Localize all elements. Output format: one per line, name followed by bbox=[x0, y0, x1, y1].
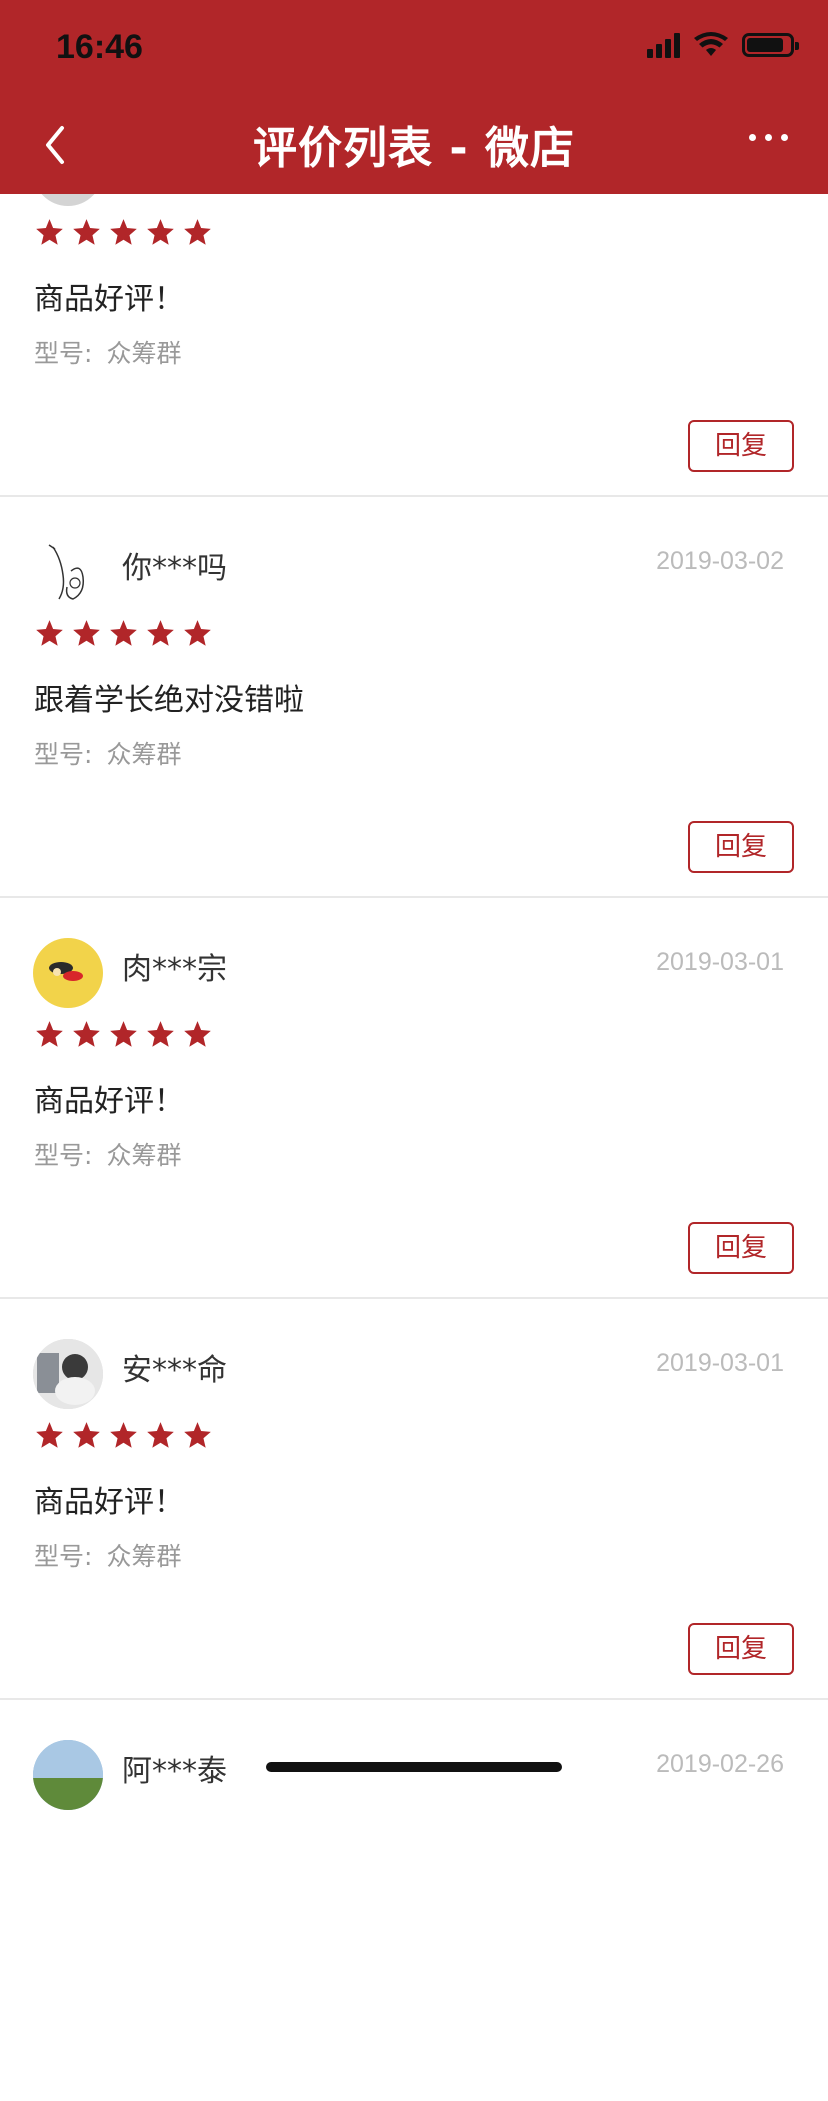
avatar bbox=[33, 537, 103, 607]
review-content: 商品好评！ bbox=[34, 1485, 184, 1520]
reply-button[interactable]: 回复 bbox=[688, 1623, 794, 1675]
star-icon bbox=[36, 1021, 63, 1047]
review-item: 肉***宗 2019-03-01 商品好评！ 型号: 众筹群 回复 bbox=[0, 898, 828, 1299]
avatar bbox=[33, 1339, 103, 1409]
model-info: 型号: 众筹群 bbox=[34, 1537, 181, 1573]
star-icon bbox=[36, 1422, 63, 1448]
star-icon bbox=[147, 1021, 174, 1047]
username: 你***吗 bbox=[122, 551, 227, 586]
status-time: 16:46 bbox=[56, 28, 143, 66]
username: 阿***泰 bbox=[122, 1754, 227, 1789]
review-content: 商品好评！ bbox=[34, 1084, 184, 1119]
rating-stars bbox=[35, 218, 212, 246]
top-bar: 16:46 评价列表 - 微店 bbox=[0, 0, 828, 194]
star-icon bbox=[110, 620, 137, 646]
star-icon bbox=[184, 1021, 211, 1047]
star-icon bbox=[110, 219, 137, 245]
model-info: 型号: 众筹群 bbox=[34, 735, 181, 771]
star-icon bbox=[110, 1422, 137, 1448]
review-date: 2019-03-02 bbox=[656, 547, 784, 575]
username: 肉***宗 bbox=[122, 952, 227, 987]
star-icon bbox=[73, 620, 100, 646]
model-value: 众筹群 bbox=[106, 740, 182, 769]
reply-button[interactable]: 回复 bbox=[688, 420, 794, 472]
review-content: 跟着学长绝对没错啦 bbox=[34, 683, 304, 718]
photo-avatar-image bbox=[33, 1339, 103, 1409]
review-item: 你***吗 2019-03-02 跟着学长绝对没错啦 型号: 众筹群 回复 bbox=[0, 497, 828, 898]
star-icon bbox=[73, 219, 100, 245]
rating-stars bbox=[35, 1020, 212, 1048]
model-value: 众筹群 bbox=[106, 339, 182, 368]
model-value: 众筹群 bbox=[106, 1542, 182, 1571]
star-icon bbox=[36, 620, 63, 646]
star-icon bbox=[147, 1422, 174, 1448]
review-date: 2019-02-26 bbox=[656, 1750, 784, 1778]
rating-stars bbox=[35, 619, 212, 647]
review-item: 阿***泰 2019-02-26 bbox=[0, 1700, 828, 2101]
reply-button[interactable]: 回复 bbox=[688, 1222, 794, 1274]
star-icon bbox=[110, 1021, 137, 1047]
model-label: 型号: bbox=[34, 740, 93, 769]
more-icon[interactable] bbox=[749, 134, 788, 141]
username: 安***命 bbox=[122, 1353, 227, 1388]
review-date: 2019-03-01 bbox=[656, 948, 784, 976]
star-icon bbox=[184, 1422, 211, 1448]
signal-icon bbox=[647, 32, 680, 58]
star-icon bbox=[73, 1021, 100, 1047]
rating-stars bbox=[35, 1421, 212, 1449]
wifi-icon bbox=[694, 32, 728, 56]
model-info: 型号: 众筹群 bbox=[34, 334, 181, 370]
landscape-avatar-image bbox=[33, 1740, 103, 1810]
home-indicator[interactable] bbox=[266, 1762, 562, 1772]
page-title: 评价列表 - 微店 bbox=[253, 123, 575, 174]
avatar bbox=[33, 938, 103, 1008]
sketch-avatar-image bbox=[48, 544, 85, 600]
status-icons bbox=[647, 32, 799, 58]
model-info: 型号: 众筹群 bbox=[34, 1136, 181, 1172]
cartoon-avatar-image bbox=[49, 962, 83, 981]
star-icon bbox=[147, 620, 174, 646]
star-icon bbox=[184, 620, 211, 646]
star-icon bbox=[184, 219, 211, 245]
model-value: 众筹群 bbox=[106, 1141, 182, 1170]
review-item: 安***命 2019-03-01 商品好评！ 型号: 众筹群 回复 bbox=[0, 1299, 828, 1700]
review-date: 2019-03-01 bbox=[656, 1349, 784, 1377]
reply-button[interactable]: 回复 bbox=[688, 821, 794, 873]
model-label: 型号: bbox=[34, 1542, 93, 1571]
star-icon bbox=[36, 219, 63, 245]
model-label: 型号: bbox=[34, 1141, 93, 1170]
battery-icon bbox=[742, 33, 799, 57]
star-icon bbox=[73, 1422, 100, 1448]
model-label: 型号: bbox=[34, 339, 93, 368]
avatar bbox=[33, 1740, 103, 1810]
star-icon bbox=[147, 219, 174, 245]
review-content: 商品好评！ bbox=[34, 282, 184, 317]
